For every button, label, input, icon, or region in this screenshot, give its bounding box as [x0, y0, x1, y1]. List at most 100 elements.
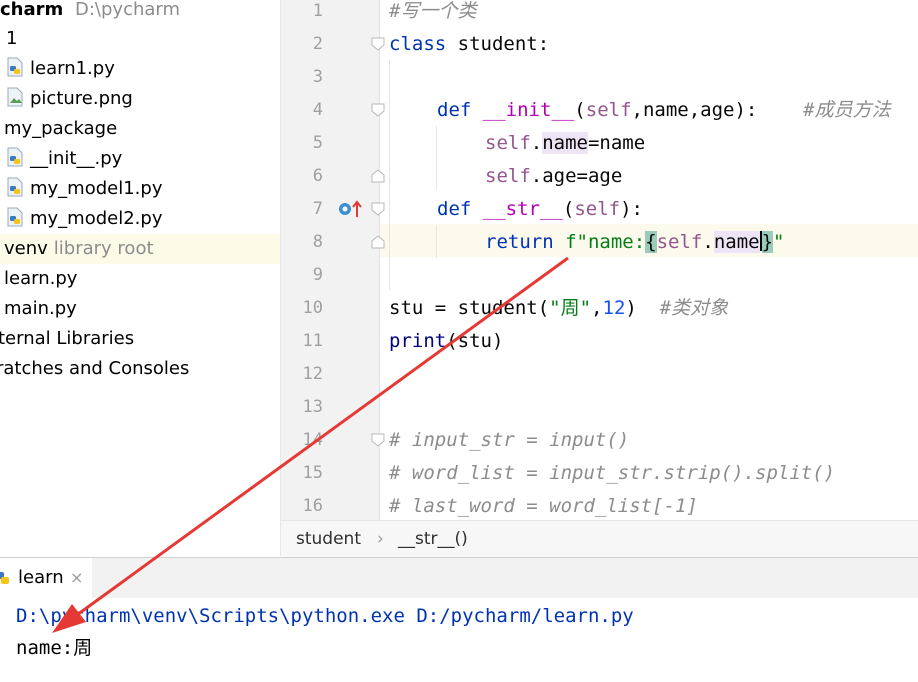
close-icon[interactable]: ×: [70, 568, 83, 587]
code-line-14: # input_str = input(): [389, 424, 629, 457]
code-line-16: # last_word = word_list[-1]: [389, 490, 698, 520]
fold-marker-icon[interactable]: [371, 103, 385, 117]
run-console[interactable]: D:\pycharm\venv\Scripts\python.exe D:/py…: [0, 598, 918, 682]
tree-item-my-model1[interactable]: my_model1.py: [6, 174, 280, 204]
tree-item-label: my_package: [4, 118, 118, 139]
breadcrumb-class[interactable]: student: [296, 521, 361, 557]
python-file-icon: [7, 207, 23, 227]
code-line-2: class student:: [389, 28, 549, 61]
override-method-icon[interactable]: [337, 199, 367, 219]
run-tab-learn[interactable]: learn ×: [0, 558, 92, 598]
attr-name-highlight: name: [713, 231, 760, 253]
code-line-5: self.name=name: [485, 127, 645, 160]
line-number: 8: [312, 232, 323, 252]
tree-item-venv[interactable]: venv library root: [0, 234, 280, 264]
brace-match: }: [761, 231, 774, 253]
method-name: __init__: [482, 99, 575, 121]
run-tool-window-header: learn ×: [0, 557, 918, 599]
image-file-icon: [7, 87, 23, 107]
tree-item-label: venv: [4, 238, 48, 259]
project-root-path: D:\pycharm: [75, 0, 181, 20]
comment: # last_word = word_list[-1]: [389, 495, 698, 517]
fstring-end: ": [773, 231, 785, 253]
line-number: 11: [302, 331, 323, 351]
code-line-4: def __init__(self,name,age): #成员方法: [437, 94, 891, 127]
python-file-icon: [7, 177, 23, 197]
comment: #类对象: [659, 297, 729, 319]
code-line-11: print(stu): [389, 325, 503, 358]
self-ref: self: [485, 165, 531, 187]
fold-marker-icon[interactable]: [371, 202, 385, 216]
indent-guide: [389, 60, 390, 290]
tree-item-external-libraries[interactable]: ternal Libraries: [0, 324, 278, 354]
tree-item-learn[interactable]: learn.py: [4, 264, 280, 294]
run-tab-label: learn: [18, 567, 64, 588]
builtin-function: print: [389, 330, 447, 352]
comment: #成员方法: [803, 99, 891, 121]
console-output-line: name:周: [16, 637, 93, 659]
keyword: class: [389, 33, 447, 55]
tree-item-learn1[interactable]: learn1.py: [6, 54, 280, 84]
tree-item-my-package[interactable]: my_package: [4, 114, 280, 144]
tree-item-label: my_model2.py: [30, 208, 163, 229]
line-number: 15: [302, 463, 323, 483]
dot: .: [530, 132, 543, 154]
code-line-6: self.age=age: [485, 160, 622, 193]
line-number: 3: [312, 67, 323, 87]
tree-item-label: picture.png: [30, 88, 133, 109]
brace-match: {: [645, 231, 657, 253]
tree-item-picture[interactable]: picture.png: [6, 84, 280, 114]
tree-item-label: learn.py: [4, 268, 78, 289]
line-number: 4: [312, 100, 323, 120]
paren: (: [574, 99, 586, 121]
breadcrumb-method[interactable]: __str__(): [398, 521, 468, 557]
paren: ): [625, 297, 637, 319]
breadcrumb-separator: ›: [377, 529, 384, 549]
code-editor[interactable]: 1 2 3 4 5 6 7 8 9 10 11 12 13 14 15 16 #…: [281, 0, 918, 520]
self-param: self: [574, 198, 621, 220]
indent-guide: [436, 225, 437, 258]
line-number: 16: [302, 496, 323, 516]
console-command-line: D:\pycharm\venv\Scripts\python.exe D:/py…: [16, 605, 634, 627]
fold-marker-icon[interactable]: [371, 37, 385, 51]
method-name: __str__: [482, 198, 563, 220]
tree-item-init[interactable]: __init__.py: [6, 144, 280, 174]
tree-item-label: my_model1.py: [30, 178, 163, 199]
tree-item-label: 1: [6, 28, 18, 49]
tree-item-main[interactable]: main.py: [4, 294, 280, 324]
line-number: 7: [312, 199, 323, 219]
line-number: 9: [312, 265, 323, 285]
tree-item-scratches[interactable]: ratches and Consoles: [0, 354, 276, 384]
tree-item-my-model2[interactable]: my_model2.py: [6, 204, 280, 234]
tree-item-label: __init__.py: [30, 148, 123, 169]
line-number: 12: [302, 364, 323, 384]
project-root[interactable]: charm D:\pycharm: [0, 0, 280, 25]
line-number: 5: [312, 133, 323, 153]
project-tool-window: charm D:\pycharm 1 learn1.py picture.png…: [0, 0, 281, 556]
fold-end-icon[interactable]: [371, 235, 385, 249]
attr-name-highlight: name: [542, 132, 588, 154]
code-line-1: #写一个类: [389, 0, 476, 28]
fold-marker-icon[interactable]: [371, 433, 385, 447]
assign: .age=age: [530, 165, 623, 187]
code-line-7: def __str__(self):: [437, 193, 643, 226]
fold-end-icon[interactable]: [371, 169, 385, 183]
params: ,name,age):: [631, 99, 758, 121]
breadcrumb: student › __str__(): [281, 520, 918, 557]
comma: ,: [591, 297, 603, 319]
comment: # input_str = input(): [389, 429, 630, 451]
line-number: 6: [312, 166, 323, 186]
indent-guide: [436, 126, 437, 190]
python-file-icon: [7, 57, 23, 77]
class-name: student:: [446, 33, 550, 55]
dot: .: [702, 231, 714, 253]
fstring: f"name:: [553, 231, 646, 253]
line-number: 14: [302, 430, 323, 450]
code-line-10: stu = student("周",12) #类对象: [389, 292, 728, 325]
assign: =name: [587, 132, 646, 154]
tree-item-1[interactable]: 1: [6, 24, 280, 54]
python-icon: [0, 572, 9, 584]
tree-item-label: main.py: [4, 298, 77, 319]
paren: (: [562, 198, 575, 220]
number-literal: 12: [602, 297, 626, 319]
